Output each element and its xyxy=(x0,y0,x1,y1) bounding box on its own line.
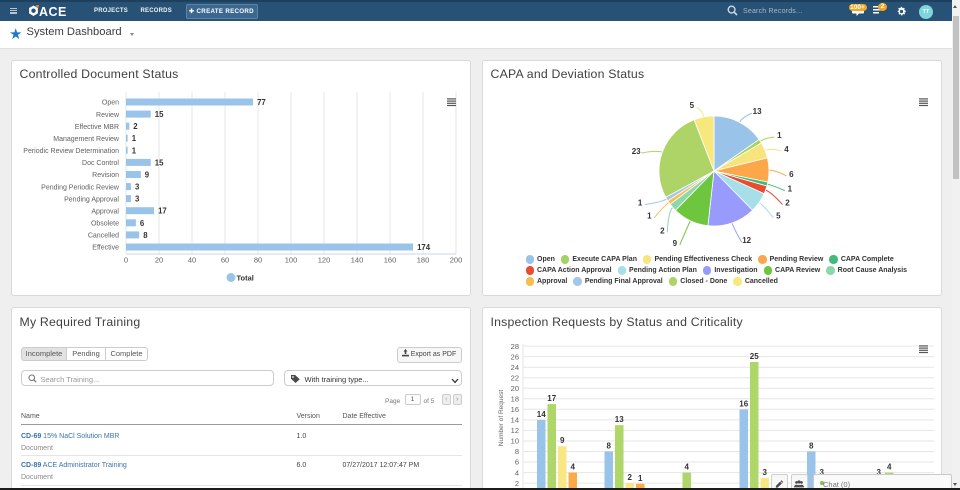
svg-text:4: 4 xyxy=(887,463,892,472)
svg-text:24: 24 xyxy=(510,363,518,372)
svg-text:8: 8 xyxy=(606,442,611,451)
svg-text:Pending Approval: Pending Approval xyxy=(64,196,119,203)
svg-text:200: 200 xyxy=(449,255,462,264)
svg-text:2: 2 xyxy=(133,122,138,131)
svg-text:9: 9 xyxy=(144,170,149,179)
svg-text:8: 8 xyxy=(143,230,148,239)
svg-text:13: 13 xyxy=(752,107,761,116)
svg-text:1: 1 xyxy=(647,211,652,220)
svg-text:Obsolete: Obsolete xyxy=(90,220,118,227)
svg-text:4: 4 xyxy=(514,468,518,477)
svg-text:10: 10 xyxy=(510,437,518,446)
svg-text:2: 2 xyxy=(627,473,632,482)
svg-text:1: 1 xyxy=(131,146,136,155)
svg-text:4: 4 xyxy=(570,463,575,472)
svg-text:2: 2 xyxy=(660,226,665,235)
svg-text:Revision: Revision xyxy=(92,172,119,179)
svg-text:26: 26 xyxy=(510,352,518,361)
svg-text:5: 5 xyxy=(689,101,694,110)
svg-text:Effective MBR: Effective MBR xyxy=(74,123,118,130)
svg-text:Open: Open xyxy=(101,99,118,106)
svg-text:1: 1 xyxy=(131,134,136,143)
svg-text:3: 3 xyxy=(135,194,140,203)
svg-text:12: 12 xyxy=(742,236,751,245)
svg-text:22: 22 xyxy=(510,373,518,382)
svg-text:1: 1 xyxy=(777,131,782,140)
svg-text:80: 80 xyxy=(253,255,261,264)
svg-text:Review: Review xyxy=(96,111,120,118)
svg-text:16: 16 xyxy=(510,405,518,414)
svg-text:180: 180 xyxy=(416,255,429,264)
svg-text:5: 5 xyxy=(776,211,781,220)
svg-text:1: 1 xyxy=(638,474,643,483)
svg-text:3: 3 xyxy=(762,468,767,477)
svg-text:0: 0 xyxy=(123,255,127,264)
svg-text:77: 77 xyxy=(257,98,266,107)
svg-text:Management Review: Management Review xyxy=(53,135,120,142)
svg-text:14: 14 xyxy=(536,410,545,419)
svg-text:14: 14 xyxy=(510,416,518,425)
svg-text:174: 174 xyxy=(417,243,431,252)
svg-text:17: 17 xyxy=(547,394,556,403)
svg-text:140: 140 xyxy=(350,255,363,264)
svg-text:40: 40 xyxy=(187,255,195,264)
svg-text:18: 18 xyxy=(510,395,518,404)
svg-text:20: 20 xyxy=(154,255,162,264)
svg-text:120: 120 xyxy=(317,255,330,264)
svg-text:15: 15 xyxy=(154,158,163,167)
svg-text:6: 6 xyxy=(789,169,794,178)
svg-text:23: 23 xyxy=(631,147,640,156)
svg-text:8: 8 xyxy=(809,442,814,451)
svg-text:Approval: Approval xyxy=(91,208,119,215)
svg-text:Number of Request: Number of Request xyxy=(498,390,505,447)
svg-text:Periodic Review Determination: Periodic Review Determination xyxy=(23,148,119,155)
svg-text:15: 15 xyxy=(154,110,163,119)
svg-text:6: 6 xyxy=(514,458,518,467)
svg-text:2: 2 xyxy=(785,198,790,207)
svg-text:Doc Control: Doc Control xyxy=(82,160,119,167)
svg-text:Cancelled: Cancelled xyxy=(87,232,118,239)
svg-text:2: 2 xyxy=(514,479,518,488)
svg-text:8: 8 xyxy=(514,447,518,456)
svg-text:13: 13 xyxy=(614,415,623,424)
svg-text:1: 1 xyxy=(637,198,642,207)
svg-text:Pending Periodic Review: Pending Periodic Review xyxy=(41,184,120,191)
svg-text:20: 20 xyxy=(510,384,518,393)
svg-text:25: 25 xyxy=(749,352,758,361)
svg-text:9: 9 xyxy=(560,436,565,445)
svg-text:Total: Total xyxy=(236,273,253,282)
svg-text:160: 160 xyxy=(383,255,396,264)
svg-text:4: 4 xyxy=(684,463,689,472)
svg-text:12: 12 xyxy=(510,426,518,435)
svg-text:17: 17 xyxy=(158,206,167,215)
svg-text:28: 28 xyxy=(510,342,518,351)
svg-text:3: 3 xyxy=(135,182,140,191)
svg-text:100: 100 xyxy=(284,255,297,264)
svg-text:9: 9 xyxy=(672,238,677,247)
svg-text:4: 4 xyxy=(784,145,789,154)
svg-text:6: 6 xyxy=(139,218,144,227)
svg-text:60: 60 xyxy=(220,255,228,264)
svg-text:16: 16 xyxy=(739,399,748,408)
svg-text:Effective: Effective xyxy=(92,244,119,251)
svg-text:1: 1 xyxy=(787,184,792,193)
